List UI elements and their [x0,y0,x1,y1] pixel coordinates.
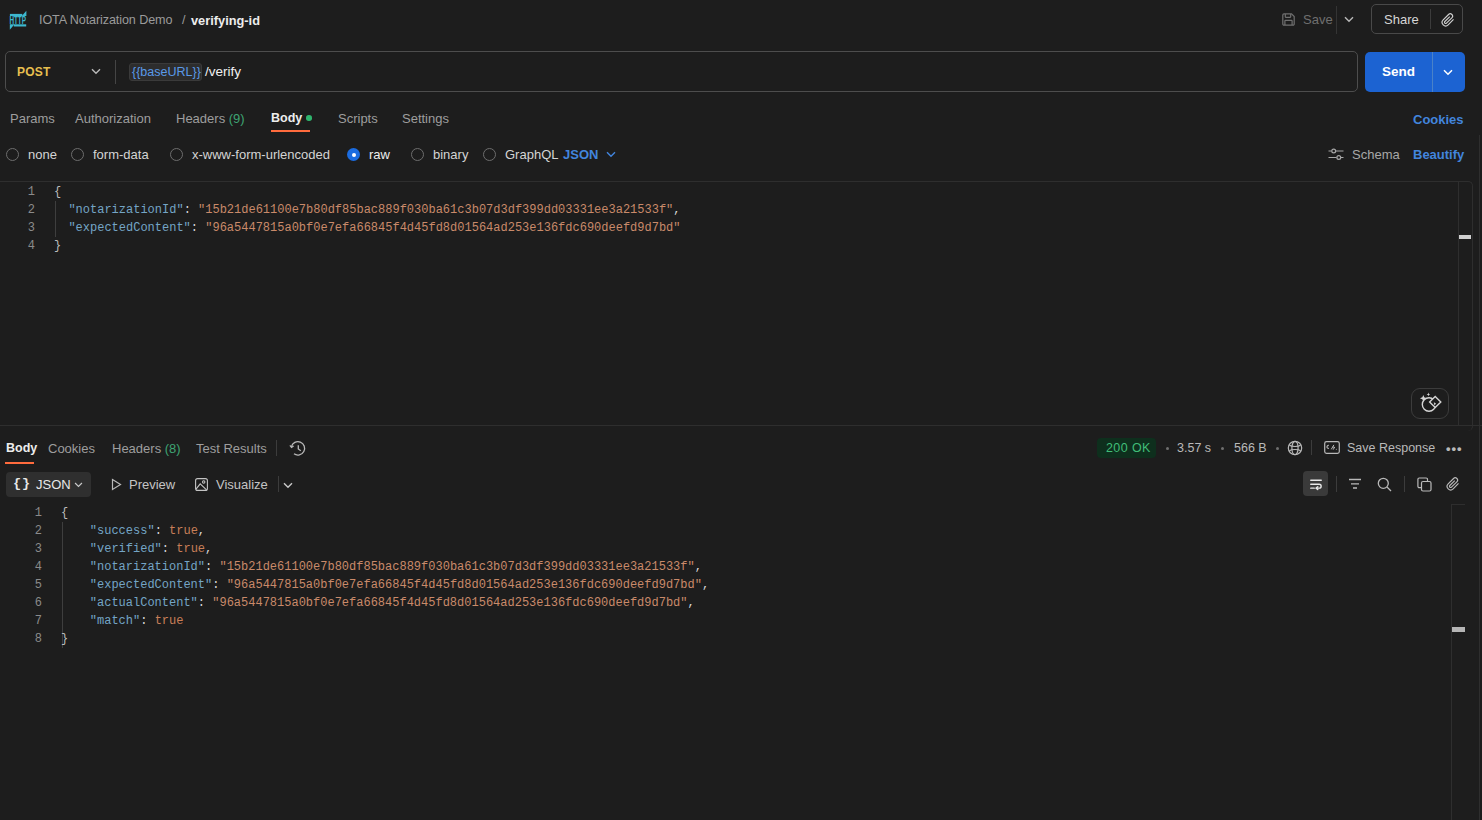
svg-text:HTTP: HTTP [9,15,26,26]
